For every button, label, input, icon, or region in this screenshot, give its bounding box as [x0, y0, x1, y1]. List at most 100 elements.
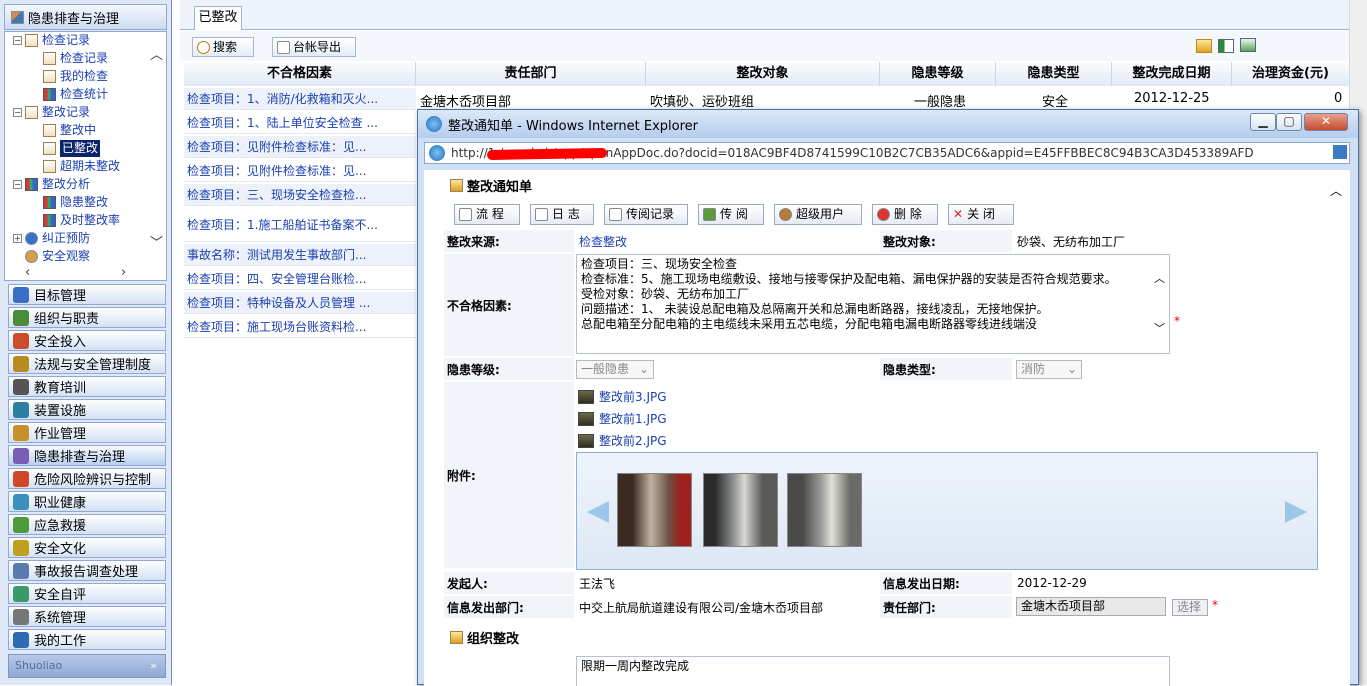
- col-header[interactable]: 整改完成日期: [1112, 62, 1232, 86]
- table-row[interactable]: 检查项目：1、消防/化救箱和灭火...: [184, 88, 416, 110]
- chevron-up-icon[interactable]: ︿: [1154, 271, 1165, 286]
- tree-item-check-records-sub[interactable]: 检查记录: [43, 50, 108, 67]
- tree-item-my-checks[interactable]: 我的检查: [43, 68, 108, 85]
- menu-item[interactable]: 应急救援: [8, 514, 166, 535]
- chevron-up-icon[interactable]: ︿: [150, 44, 163, 63]
- table-row[interactable]: 检查项目：1.施工船舶证书备案不...: [184, 208, 416, 242]
- menu-item[interactable]: 安全投入: [8, 330, 166, 351]
- menu-item[interactable]: 装置设施: [8, 399, 166, 420]
- menu-item[interactable]: 教育培训: [8, 376, 166, 397]
- tree-item-overdue[interactable]: 超期未整改: [43, 158, 120, 175]
- super-user-button[interactable]: 超级用户: [774, 204, 862, 225]
- next-arrow-icon[interactable]: [1285, 501, 1307, 523]
- menu-item[interactable]: 安全文化: [8, 537, 166, 558]
- search-button[interactable]: 搜索: [192, 37, 254, 57]
- factor-textarea[interactable]: 检查项目：三、现场安全检查 检查标准：5、施工现场电缆敷设、接地与接零保护及配电…: [576, 254, 1170, 354]
- col-header[interactable]: 隐患类型: [996, 62, 1112, 86]
- refresh-icon[interactable]: [1333, 145, 1347, 159]
- log-button[interactable]: 日 志: [530, 204, 594, 225]
- new-folder-icon[interactable]: [1196, 39, 1212, 53]
- tree-item-rectify-records[interactable]: 整改记录: [25, 104, 90, 121]
- module-header-label: 隐患排查与治理: [28, 11, 120, 27]
- col-header[interactable]: 治理资金(元): [1232, 62, 1350, 86]
- tree-item-rectified[interactable]: 已整改: [43, 140, 101, 157]
- left-footer[interactable]: Shuoliao »: [8, 654, 166, 678]
- tree-vscrollbar[interactable]: ︿ ﹀: [150, 42, 164, 257]
- address-bar[interactable]: http://1 /aqscbzh/app/openAppDoc.do?doci…: [424, 142, 1350, 164]
- collapse-toggle[interactable]: −: [13, 180, 22, 189]
- menu-item[interactable]: 职业健康: [8, 491, 166, 512]
- menu-item[interactable]: 我的工作: [8, 629, 166, 650]
- table-row[interactable]: 事故名称：测试用发生事故部门...: [184, 244, 416, 266]
- tree-item-analysis[interactable]: 整改分析: [25, 176, 90, 193]
- attachment-link[interactable]: 整改前3.JPG: [578, 388, 667, 405]
- menu-icon: [13, 401, 29, 418]
- tree-item-check-records[interactable]: 检查记录: [25, 32, 90, 49]
- menu-item[interactable]: 危险风险辨识与控制: [8, 468, 166, 489]
- prev-arrow-icon[interactable]: [587, 501, 609, 523]
- expand-toggle[interactable]: +: [13, 234, 22, 243]
- type-select[interactable]: 消防 ⌄: [1016, 360, 1082, 379]
- col-header[interactable]: 整改对象: [646, 62, 880, 86]
- photo-thumbnail[interactable]: [787, 473, 862, 547]
- attachment-link[interactable]: 整改前2.JPG: [578, 432, 667, 449]
- chevron-down-icon[interactable]: ﹀: [150, 232, 163, 251]
- tree-item-correction[interactable]: 纠正预防: [25, 230, 90, 247]
- level-select[interactable]: 一般隐患 ⌄: [576, 360, 654, 379]
- table-row[interactable]: 检查项目：四、安全管理台账检...: [184, 268, 416, 290]
- excel-icon[interactable]: [1218, 39, 1234, 53]
- col-header[interactable]: 隐患等级: [880, 62, 996, 86]
- chevron-down-icon[interactable]: ﹀: [1154, 321, 1165, 336]
- circulation-record-button[interactable]: 传阅记录: [604, 204, 688, 225]
- menu-item[interactable]: 法规与安全管理制度: [8, 353, 166, 374]
- col-header[interactable]: 责任部门: [416, 62, 646, 86]
- tree-item-in-progress[interactable]: 整改中: [43, 122, 96, 139]
- table-row[interactable]: 检查项目：施工现场台账资料检...: [184, 316, 416, 338]
- double-chevron-icon[interactable]: »: [150, 655, 157, 677]
- table-row[interactable]: 检查项目：1、陆上单位安全检查 ...: [184, 112, 416, 134]
- table-row[interactable]: 检查项目：特种设备及人员管理 ...: [184, 292, 416, 314]
- table-row[interactable]: 检查项目：三、现场安全检查检...: [184, 184, 416, 206]
- menu-item[interactable]: 安全自评: [8, 583, 166, 604]
- org-textarea[interactable]: 限期一周内整改完成: [576, 656, 1170, 686]
- delete-button[interactable]: 删 除: [872, 204, 938, 225]
- image-icon[interactable]: [1240, 38, 1256, 52]
- collapse-toggle[interactable]: −: [13, 36, 22, 45]
- menu-item[interactable]: 组织与职责: [8, 307, 166, 328]
- col-header[interactable]: 不合格因素: [184, 62, 416, 86]
- flow-button[interactable]: 流 程: [454, 204, 520, 225]
- popup-titlebar[interactable]: 整改通知单 - Windows Internet Explorer: [418, 110, 1358, 138]
- minimize-button[interactable]: ▁: [1250, 113, 1276, 131]
- chevron-up-icon[interactable]: ︿: [1330, 182, 1342, 199]
- tab-rectified[interactable]: 已整改: [194, 6, 242, 30]
- chevron-right-icon[interactable]: ›: [121, 265, 126, 280]
- module-header[interactable]: 隐患排查与治理: [4, 4, 167, 30]
- tree-item-observation[interactable]: 安全观察: [25, 248, 90, 265]
- menu-item[interactable]: 系统管理: [8, 606, 166, 627]
- table-row[interactable]: 检查项目：见附件检查标准：见...: [184, 136, 416, 158]
- chevron-left-icon[interactable]: ‹: [25, 265, 30, 280]
- menu-item[interactable]: 目标管理: [8, 284, 166, 305]
- circulate-button[interactable]: 传 阅: [698, 204, 764, 225]
- maximize-button[interactable]: ▢: [1276, 113, 1302, 131]
- photo-thumbnail[interactable]: [703, 473, 778, 547]
- tree-item-hazard-rectify[interactable]: 隐患整改: [43, 194, 108, 211]
- tree-item-check-stats[interactable]: 检查统计: [43, 86, 108, 103]
- menu-item[interactable]: 作业管理: [8, 422, 166, 443]
- close-button[interactable]: ✕ 关 闭: [948, 204, 1014, 225]
- close-window-button[interactable]: ✕: [1304, 113, 1348, 131]
- collapse-toggle[interactable]: −: [13, 108, 22, 117]
- resp-dept-input[interactable]: 金塘木岙项目部: [1016, 597, 1166, 616]
- menu-item[interactable]: 隐患排查与治理: [8, 445, 166, 466]
- content-scrollbar[interactable]: ︿: [1330, 182, 1344, 682]
- photo-thumbnail[interactable]: [617, 473, 692, 547]
- value-source[interactable]: 检查整改: [576, 230, 880, 252]
- attachment-link[interactable]: 整改前1.JPG: [578, 410, 667, 427]
- export-button[interactable]: 台帐导出: [272, 37, 356, 57]
- menu-label: 目标管理: [34, 289, 87, 304]
- tree-item-timely-rate[interactable]: 及时整改率: [43, 212, 120, 229]
- table-row[interactable]: 检查项目：见附件检查标准：见...: [184, 160, 416, 182]
- choose-button[interactable]: 选择: [1172, 599, 1208, 616]
- menu-item[interactable]: 事故报告调查处理: [8, 560, 166, 581]
- tree-hscrollbar[interactable]: ‹ ›: [25, 265, 145, 280]
